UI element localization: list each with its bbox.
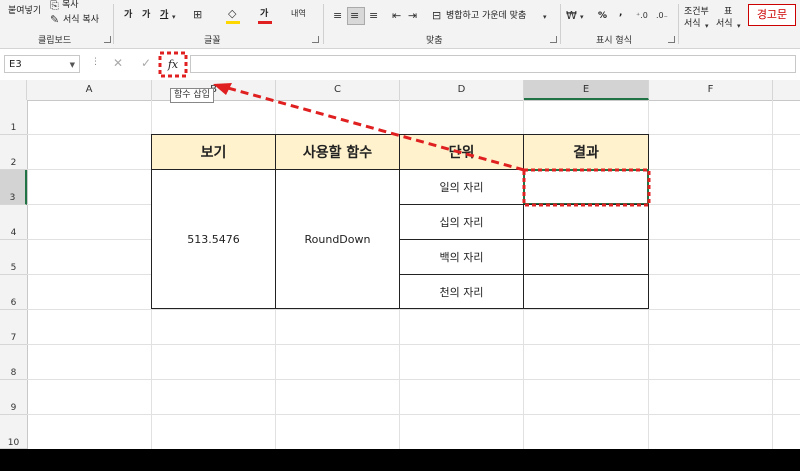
table-header-cell[interactable]: 결과 — [523, 134, 649, 170]
row-header-3[interactable]: 3 — [0, 170, 27, 205]
format-as-table-button[interactable]: 표 — [724, 7, 732, 18]
gridline — [27, 414, 800, 415]
format-painter-icon[interactable]: ✎ — [50, 14, 59, 26]
result-cell[interactable] — [523, 204, 649, 240]
separator — [323, 4, 324, 44]
column-headers: A B C D E F — [0, 80, 800, 101]
merge-icon[interactable]: ⊟ — [432, 10, 441, 22]
number-launcher[interactable] — [668, 36, 675, 43]
function-cell[interactable]: RoundDown — [275, 169, 400, 309]
decrease-font-button[interactable]: 가 — [142, 10, 150, 21]
gridline — [27, 344, 800, 345]
fill-color-swatch — [226, 21, 240, 24]
insert-function-tooltip: 함수 삽입 — [170, 88, 214, 103]
font-group-label: 글꼴 — [204, 36, 221, 46]
outdent-icon[interactable]: ⇤ — [392, 10, 401, 22]
row-header-9[interactable]: 9 — [0, 380, 27, 415]
alignment-group-label: 맞춤 — [426, 36, 443, 46]
result-cell[interactable] — [523, 274, 649, 309]
increase-font-button[interactable]: 가 — [124, 10, 132, 21]
paste-button[interactable]: 붙여넣기 — [8, 6, 41, 17]
fx-icon: fx — [167, 57, 179, 71]
select-all-corner[interactable] — [0, 80, 27, 100]
font-color-swatch — [258, 21, 272, 24]
font-launcher[interactable] — [312, 36, 319, 43]
row-header-10[interactable]: 10 — [0, 415, 27, 449]
alignment-launcher[interactable] — [550, 36, 557, 43]
chevron-down-icon[interactable]: ▾ — [543, 11, 547, 23]
column-header-f[interactable]: F — [649, 80, 773, 100]
result-cell-selected[interactable] — [523, 169, 649, 205]
unit-cell[interactable]: 백의 자리 — [399, 239, 524, 275]
table-header-cell[interactable]: 단위 — [399, 134, 524, 170]
row-header-7[interactable]: 7 — [0, 310, 27, 345]
column-header-c[interactable]: C — [276, 80, 400, 100]
row-headers: 1 2 3 4 5 6 7 8 9 10 — [0, 100, 28, 449]
align-right-icon[interactable]: ≡ — [369, 10, 378, 22]
gridline — [27, 309, 800, 310]
excel-window: 붙여넣기 ⎘ 복사 ✎ 서식 복사 클립보드 가 가 가 ▾ ⊞ ◇ 가 내역 … — [0, 0, 800, 449]
percent-button[interactable]: % — [598, 11, 607, 22]
row-header-8[interactable]: 8 — [0, 345, 27, 380]
row-header-1[interactable]: 1 — [0, 100, 27, 135]
border-icon[interactable]: ⊞ — [193, 9, 202, 21]
separator — [678, 4, 679, 44]
row-header-5[interactable]: 5 — [0, 240, 27, 275]
conditional-format-button[interactable]: 조건부 — [684, 7, 709, 18]
copy-button[interactable]: 복사 — [62, 0, 79, 11]
ribbon: 붙여넣기 ⎘ 복사 ✎ 서식 복사 클립보드 가 가 가 ▾ ⊞ ◇ 가 내역 … — [0, 0, 800, 49]
column-header-a[interactable]: A — [27, 80, 152, 100]
separator — [113, 4, 114, 44]
unit-cell[interactable]: 일의 자리 — [399, 169, 524, 205]
format-as-table-sub: 서식 — [716, 19, 733, 29]
value-cell[interactable]: 513.5476 — [151, 169, 276, 309]
enter-icon[interactable]: ✓ — [141, 56, 151, 70]
clipboard-launcher[interactable] — [104, 36, 111, 43]
merge-center-button[interactable]: 병합하고 가운데 맞춤 — [446, 11, 526, 22]
row-header-4[interactable]: 4 — [0, 205, 27, 240]
result-cell[interactable] — [523, 239, 649, 275]
chevron-down-icon[interactable]: ▾ — [705, 20, 709, 32]
gridline — [27, 379, 800, 380]
separator — [560, 4, 561, 44]
more-icon: ⋮ — [91, 57, 100, 67]
unit-cell[interactable]: 천의 자리 — [399, 274, 524, 309]
insert-function-button[interactable]: fx — [160, 53, 186, 75]
indent-icon[interactable]: ⇥ — [408, 10, 417, 22]
currency-icon[interactable]: ₩ — [566, 10, 577, 22]
name-box-value: E3 — [9, 59, 22, 70]
chevron-down-icon[interactable]: ▼ — [70, 56, 75, 74]
decrease-decimal-icon[interactable]: .0₋ — [656, 10, 668, 22]
chevron-down-icon[interactable]: ▾ — [580, 11, 584, 23]
fill-color-icon[interactable]: ◇ — [228, 8, 236, 20]
font-color-button[interactable]: 가 — [260, 9, 268, 20]
table-header-cell[interactable]: 보기 — [151, 134, 276, 170]
align-center-icon: ≡ — [350, 9, 360, 22]
row-header-6[interactable]: 6 — [0, 275, 27, 310]
chevron-down-icon[interactable]: ▾ — [737, 20, 741, 32]
unit-cell[interactable]: 십의 자리 — [399, 204, 524, 240]
comma-button[interactable]: , — [619, 8, 622, 19]
chevron-down-icon[interactable]: ▾ — [172, 11, 176, 23]
row-header-2[interactable]: 2 — [0, 135, 27, 170]
formula-bar: E3 ▼ ⋮ ✕ ✓ fx — [0, 52, 800, 76]
table-header-cell[interactable]: 사용할 함수 — [275, 134, 400, 170]
number-group-label: 표시 형식 — [596, 36, 632, 46]
formula-input[interactable] — [190, 55, 796, 73]
column-header-e[interactable]: E — [524, 80, 649, 100]
clipboard-group-label: 클립보드 — [38, 36, 72, 46]
format-copy-button[interactable]: 서식 복사 — [63, 15, 99, 26]
conditional-format-sub: 서식 — [684, 19, 701, 29]
cancel-icon[interactable]: ✕ — [113, 56, 123, 70]
copy-icon[interactable]: ⎘ — [50, 0, 59, 12]
align-left-icon[interactable]: ≡ — [333, 10, 342, 22]
phonetic-button[interactable]: 내역 — [291, 8, 306, 19]
warning-style-cell[interactable]: 경고문 — [748, 4, 796, 26]
increase-decimal-icon[interactable]: ⁺.0 — [636, 10, 648, 22]
name-box[interactable]: E3 ▼ — [4, 55, 80, 73]
column-header-d[interactable]: D — [400, 80, 524, 100]
underline-button[interactable]: 가 — [160, 10, 168, 21]
